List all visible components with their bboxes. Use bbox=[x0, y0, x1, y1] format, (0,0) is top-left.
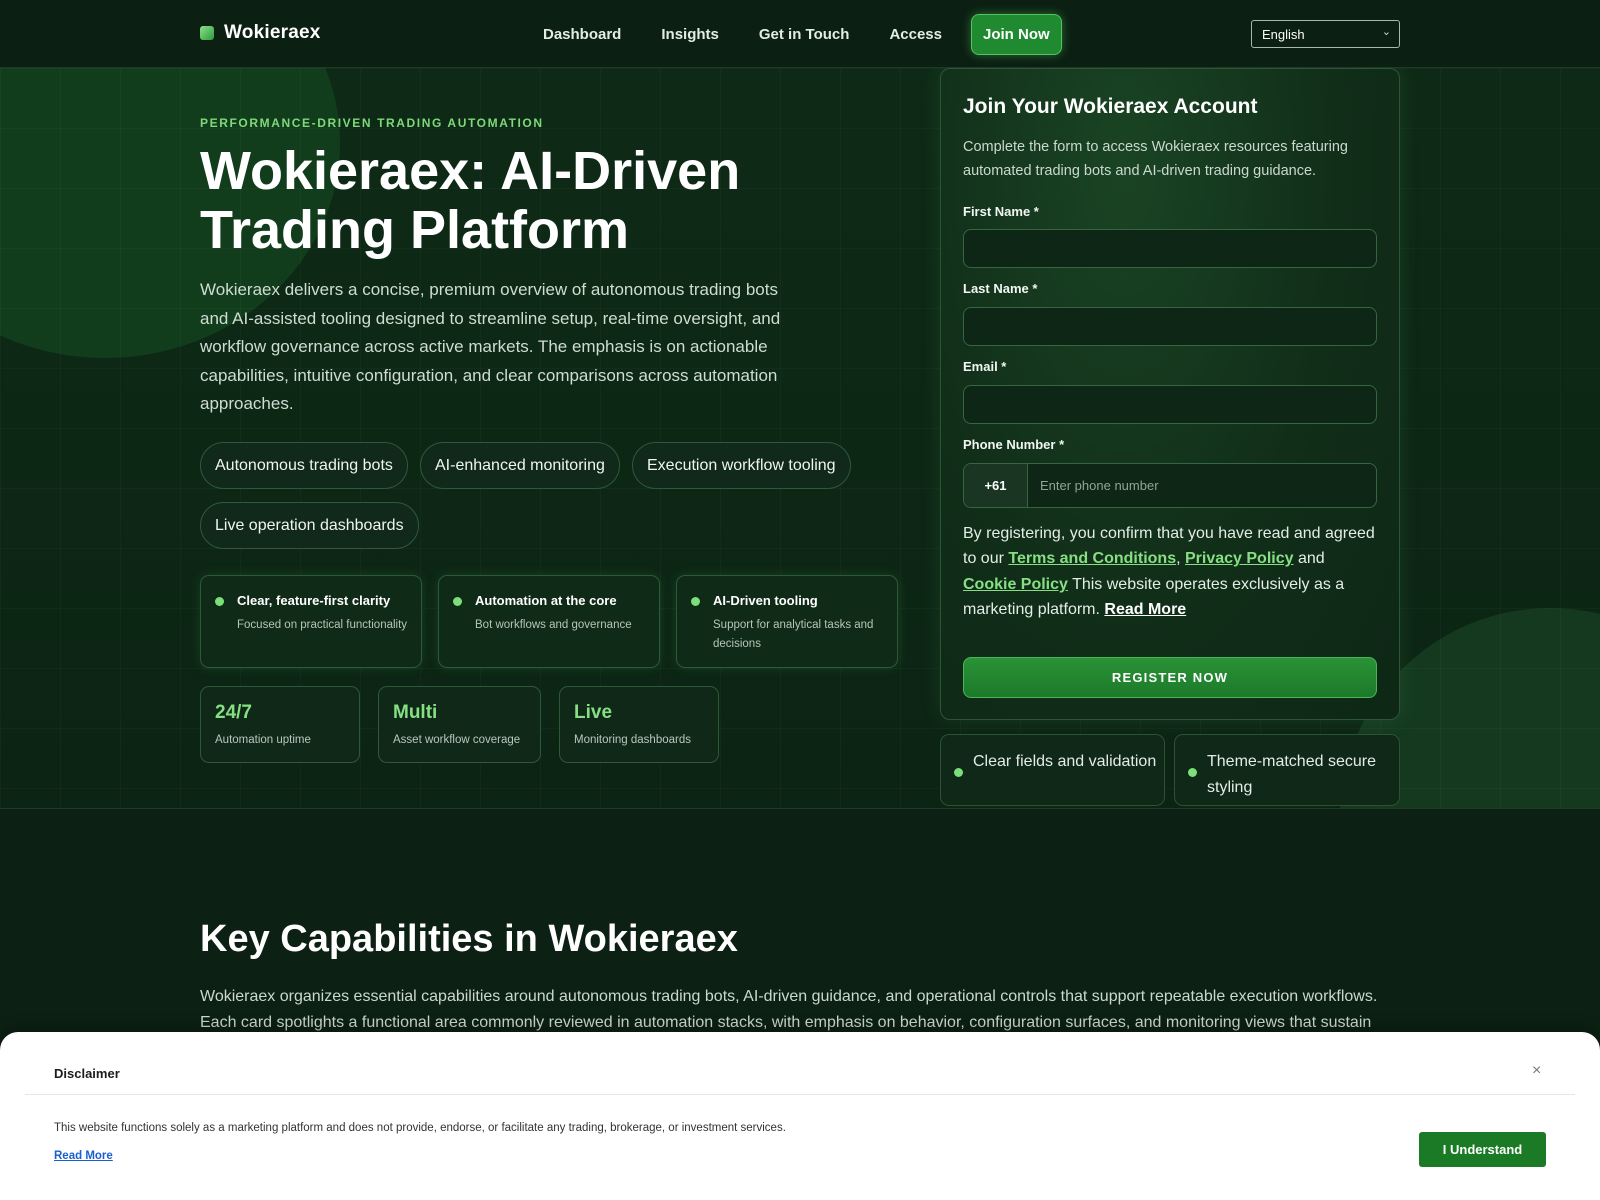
disclaimer-banner: Disclaimer × This website functions sole… bbox=[0, 1032, 1600, 1200]
feature-description: Focused on practical functionality bbox=[237, 619, 408, 631]
i-understand-button[interactable]: I Understand bbox=[1419, 1132, 1546, 1167]
nav-get-in-touch[interactable]: Get in Touch bbox=[759, 26, 850, 43]
consent-and: and bbox=[1297, 550, 1325, 568]
country-code-select[interactable]: +61 bbox=[964, 464, 1028, 507]
chip-ai-monitoring: AI-enhanced monitoring bbox=[420, 442, 620, 489]
form-badge: Clear fields and validation bbox=[940, 734, 1165, 806]
join-now-button[interactable]: Join Now bbox=[970, 13, 1062, 55]
chip-live-dashboards: Live operation dashboards bbox=[200, 502, 419, 549]
badge-text: Theme-matched secure styling bbox=[1207, 753, 1376, 796]
first-name-label: First Name * bbox=[963, 204, 1039, 219]
feature-card: Clear, feature-first clarity Focused on … bbox=[200, 575, 422, 668]
bullet-dot-icon bbox=[954, 768, 963, 777]
disclaimer-read-more-link[interactable]: Read More bbox=[54, 1150, 113, 1162]
stat-value: 24/7 bbox=[215, 702, 252, 723]
bullet-dot-icon bbox=[215, 597, 224, 606]
phone-field-group: +61 bbox=[963, 463, 1377, 508]
hero-section: PERFORMANCE-DRIVEN TRADING AUTOMATION Wo… bbox=[0, 68, 1600, 809]
last-name-field[interactable] bbox=[963, 307, 1377, 346]
feature-description: Support for analytical tasks and decisio… bbox=[713, 619, 874, 650]
register-now-button[interactable]: REGISTER NOW bbox=[963, 657, 1377, 698]
brand-name: Wokieraex bbox=[224, 22, 321, 43]
cookie-link[interactable]: Cookie Policy bbox=[963, 576, 1068, 593]
email-field[interactable] bbox=[963, 385, 1377, 424]
stat-label: Monitoring dashboards bbox=[574, 734, 691, 746]
hero-eyebrow: PERFORMANCE-DRIVEN TRADING AUTOMATION bbox=[200, 116, 544, 130]
hero-description: Wokieraex delivers a concise, premium ov… bbox=[200, 280, 781, 414]
divider bbox=[25, 1094, 1575, 1095]
feature-title: Clear, feature-first clarity bbox=[237, 593, 391, 608]
bullet-dot-icon bbox=[691, 597, 700, 606]
chevron-down-icon: ⌄ bbox=[1381, 26, 1391, 38]
form-title: Join Your Wokieraex Account bbox=[963, 95, 1258, 118]
feature-card: AI-Driven tooling Support for analytical… bbox=[676, 575, 898, 668]
main-nav: Dashboard Insights Get in Touch Access J… bbox=[543, 13, 1062, 55]
form-badge: Theme-matched secure styling bbox=[1174, 734, 1400, 806]
bullet-dot-icon bbox=[1188, 768, 1197, 777]
consent-text: By registering, you confirm that you hav… bbox=[963, 525, 1375, 619]
email-label: Email * bbox=[963, 359, 1007, 374]
bullet-dot-icon bbox=[453, 597, 462, 606]
feature-description: Bot workflows and governance bbox=[475, 619, 632, 631]
phone-label: Phone Number * bbox=[963, 437, 1065, 452]
stat-card: Live Monitoring dashboards bbox=[559, 686, 719, 763]
stat-card: Multi Asset workflow coverage bbox=[378, 686, 541, 763]
language-value: English bbox=[1262, 27, 1305, 42]
stat-label: Automation uptime bbox=[215, 734, 311, 746]
nav-dashboard[interactable]: Dashboard bbox=[543, 26, 621, 43]
capabilities-title: Key Capabilities in Wokieraex bbox=[200, 918, 738, 960]
registration-form: Join Your Wokieraex Account Complete the… bbox=[940, 68, 1400, 720]
terms-link[interactable]: Terms and Conditions bbox=[1008, 550, 1176, 567]
stat-value: Multi bbox=[393, 702, 438, 723]
badge-text: Clear fields and validation bbox=[973, 753, 1157, 770]
form-subtitle: Complete the form to access Wokieraex re… bbox=[963, 139, 1348, 179]
privacy-link[interactable]: Privacy Policy bbox=[1185, 550, 1294, 567]
feature-card: Automation at the core Bot workflows and… bbox=[438, 575, 660, 668]
brand-logo[interactable]: Wokieraex bbox=[200, 22, 321, 44]
feature-title: AI-Driven tooling bbox=[713, 593, 818, 608]
nav-insights[interactable]: Insights bbox=[661, 26, 719, 43]
feature-title: Automation at the core bbox=[475, 593, 617, 608]
consent-read-more-link[interactable]: Read More bbox=[1104, 601, 1186, 618]
stat-card: 24/7 Automation uptime bbox=[200, 686, 360, 763]
disclaimer-text: This website functions solely as a marke… bbox=[54, 1122, 786, 1134]
stat-label: Asset workflow coverage bbox=[393, 734, 521, 746]
first-name-field[interactable] bbox=[963, 229, 1377, 268]
logo-mark-icon bbox=[200, 26, 214, 40]
chip-execution-tooling: Execution workflow tooling bbox=[632, 442, 851, 489]
nav-access[interactable]: Access bbox=[889, 26, 942, 43]
language-select[interactable]: English ⌄ bbox=[1251, 20, 1400, 48]
stat-value: Live bbox=[574, 702, 613, 723]
disclaimer-title: Disclaimer bbox=[54, 1066, 120, 1081]
close-icon[interactable]: × bbox=[1532, 1062, 1541, 1080]
capabilities-description: Wokieraex organizes essential capabiliti… bbox=[200, 988, 1378, 1031]
site-header: Wokieraex Dashboard Insights Get in Touc… bbox=[0, 0, 1600, 68]
phone-number-input[interactable] bbox=[1028, 464, 1376, 507]
chip-autonomous-bots: Autonomous trading bots bbox=[200, 442, 408, 489]
hero-title: Wokieraex: AI-Driven Trading Platform bbox=[200, 141, 741, 260]
last-name-label: Last Name * bbox=[963, 281, 1038, 296]
